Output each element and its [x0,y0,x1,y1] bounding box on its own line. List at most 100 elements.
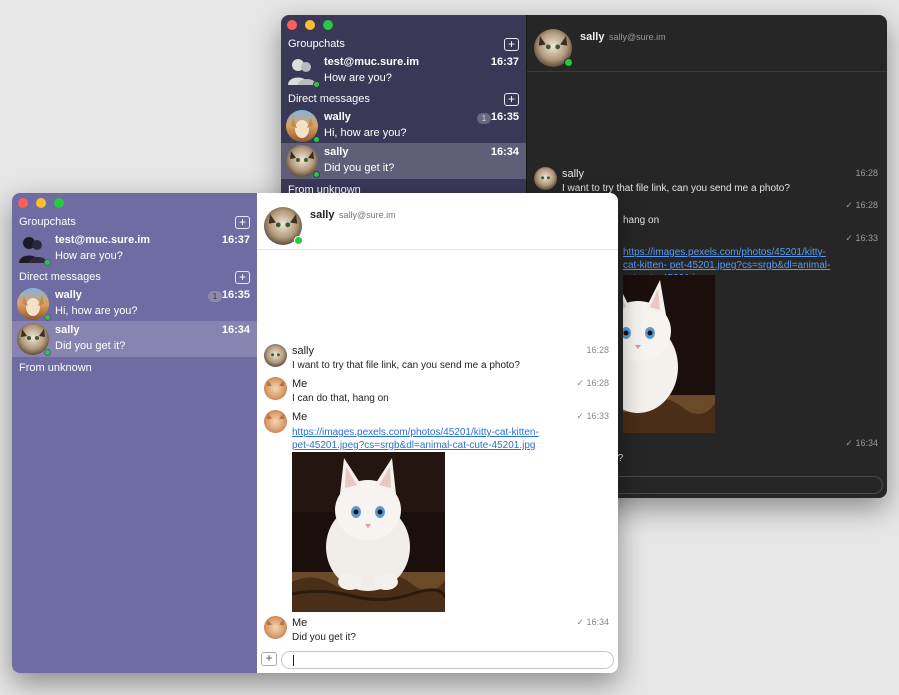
message-sender: sally [292,345,315,357]
cat-avatar [286,145,320,178]
add-direct-message-button[interactable]: + [504,93,519,106]
unread-badge: 1 [208,291,222,302]
groupchats-label: Groupchats [288,38,345,50]
sender-avatar [264,344,287,367]
group-avatar [17,233,51,266]
minimize-window-button[interactable] [305,20,315,30]
contact-avatar [534,29,573,67]
dog-avatar [17,288,51,321]
contact-jid: sally@sure.im [609,32,666,42]
unread-badge: 1 [477,113,491,124]
direct-messages-label: Direct messages [288,93,370,105]
message-time: ✓ 16:33 [845,233,878,243]
online-indicator [313,136,320,143]
chat-header: sally sally@sure.im [527,15,887,72]
contact-avatar [264,207,303,245]
message-time: ✓ 16:34 [576,617,609,627]
conversation-preview: Did you get it? [324,162,395,174]
close-window-button[interactable] [287,20,297,30]
message-input[interactable] [281,651,614,669]
message-text: hang on [623,215,660,226]
direct-messages-section-header: Direct messages + [288,93,526,109]
online-indicator [44,349,51,356]
sender-avatar [534,167,557,190]
message-time: 16:28 [855,168,878,178]
front-sidebar: Groupchats + test@muc.sure.im How are yo… [12,193,257,673]
conversation-name: test@muc.sure.im [55,234,151,246]
conversation-wally[interactable]: wally Hi, how are you? 1 16:35 [281,108,526,144]
message-time: ✓ 16:28 [576,378,609,388]
online-indicator [564,58,573,67]
back-window-controls [287,20,333,30]
group-avatar [286,55,320,88]
conversation-time: 16:37 [221,234,250,246]
close-window-button[interactable] [18,198,28,208]
message-input[interactable] [607,476,883,494]
conversation-preview: Hi, how are you? [324,127,407,139]
online-indicator [294,236,303,245]
groupchats-section-header: Groupchats + [288,38,526,54]
message-sender: sally [562,168,585,180]
message-link[interactable]: https://images.pexels.com/photos/45201/k… [292,426,572,452]
me-avatar [264,377,287,400]
conversation-time: 16:37 [490,56,519,68]
front-window: Groupchats + test@muc.sure.im How are yo… [12,193,618,673]
conversation-name: sally [324,146,349,158]
online-indicator [44,314,51,321]
message-text: I can do that, hang on [292,393,389,404]
message-sender: Me [292,617,308,629]
conversation-groupchat[interactable]: test@muc.sure.im How are you? 16:37 [12,231,257,267]
conversation-preview: Did you get it? [55,340,126,352]
conversation-sally[interactable]: sally Did you get it? 16:34 [12,321,257,357]
message-time: ✓ 16:34 [845,438,878,448]
minimize-window-button[interactable] [36,198,46,208]
contact-name: sally [580,31,605,43]
message-sender: Me [292,378,308,390]
attach-button[interactable]: + [261,652,277,666]
online-indicator [313,81,320,88]
kitten-photo[interactable] [623,275,715,433]
conversation-wally[interactable]: wally Hi, how are you? 1 16:35 [12,286,257,322]
front-chat-pane: sally sally@sure.im sally I want to try … [257,193,618,673]
from-unknown-label[interactable]: From unknown [19,362,92,374]
conversation-preview: Hi, how are you? [55,305,138,317]
direct-messages-label: Direct messages [19,271,101,283]
conversation-name: test@muc.sure.im [324,56,420,68]
conversation-time: 16:34 [221,324,250,336]
conversation-groupchat[interactable]: test@muc.sure.im How are you? 16:37 [281,53,526,89]
conversation-name: wally [55,289,82,301]
conversation-preview: How are you? [55,250,123,262]
direct-messages-section-header: Direct messages + [19,271,257,287]
maximize-window-button[interactable] [54,198,64,208]
conversation-preview: How are you? [324,72,392,84]
add-groupchat-button[interactable]: + [504,38,519,51]
conversation-name: wally [324,111,351,123]
message-text: Did you get it? [292,632,356,643]
maximize-window-button[interactable] [323,20,333,30]
composer: + [257,649,618,673]
conversation-time: 16:35 [221,289,250,301]
conversation-sally[interactable]: sally Did you get it? 16:34 [281,143,526,179]
conversation-time: 16:35 [490,111,519,123]
conversation-name: sally [55,324,80,336]
contact-jid: sally@sure.im [339,210,396,220]
add-direct-message-button[interactable]: + [235,271,250,284]
cat-avatar [17,323,51,356]
message-time: ✓ 16:33 [576,411,609,421]
add-groupchat-button[interactable]: + [235,216,250,229]
online-indicator [44,259,51,266]
me-avatar [264,410,287,433]
dog-avatar [286,110,320,143]
text-caret [293,655,294,666]
message-time: ✓ 16:28 [845,200,878,210]
online-indicator [313,171,320,178]
contact-name: sally [310,209,335,221]
groupchats-section-header: Groupchats + [19,216,257,232]
chat-header: sally sally@sure.im [257,193,618,250]
kitten-photo[interactable] [292,452,445,612]
me-avatar [264,616,287,639]
groupchats-label: Groupchats [19,216,76,228]
front-window-controls [18,198,64,208]
conversation-time: 16:34 [490,146,519,158]
message-time: 16:28 [586,345,609,355]
